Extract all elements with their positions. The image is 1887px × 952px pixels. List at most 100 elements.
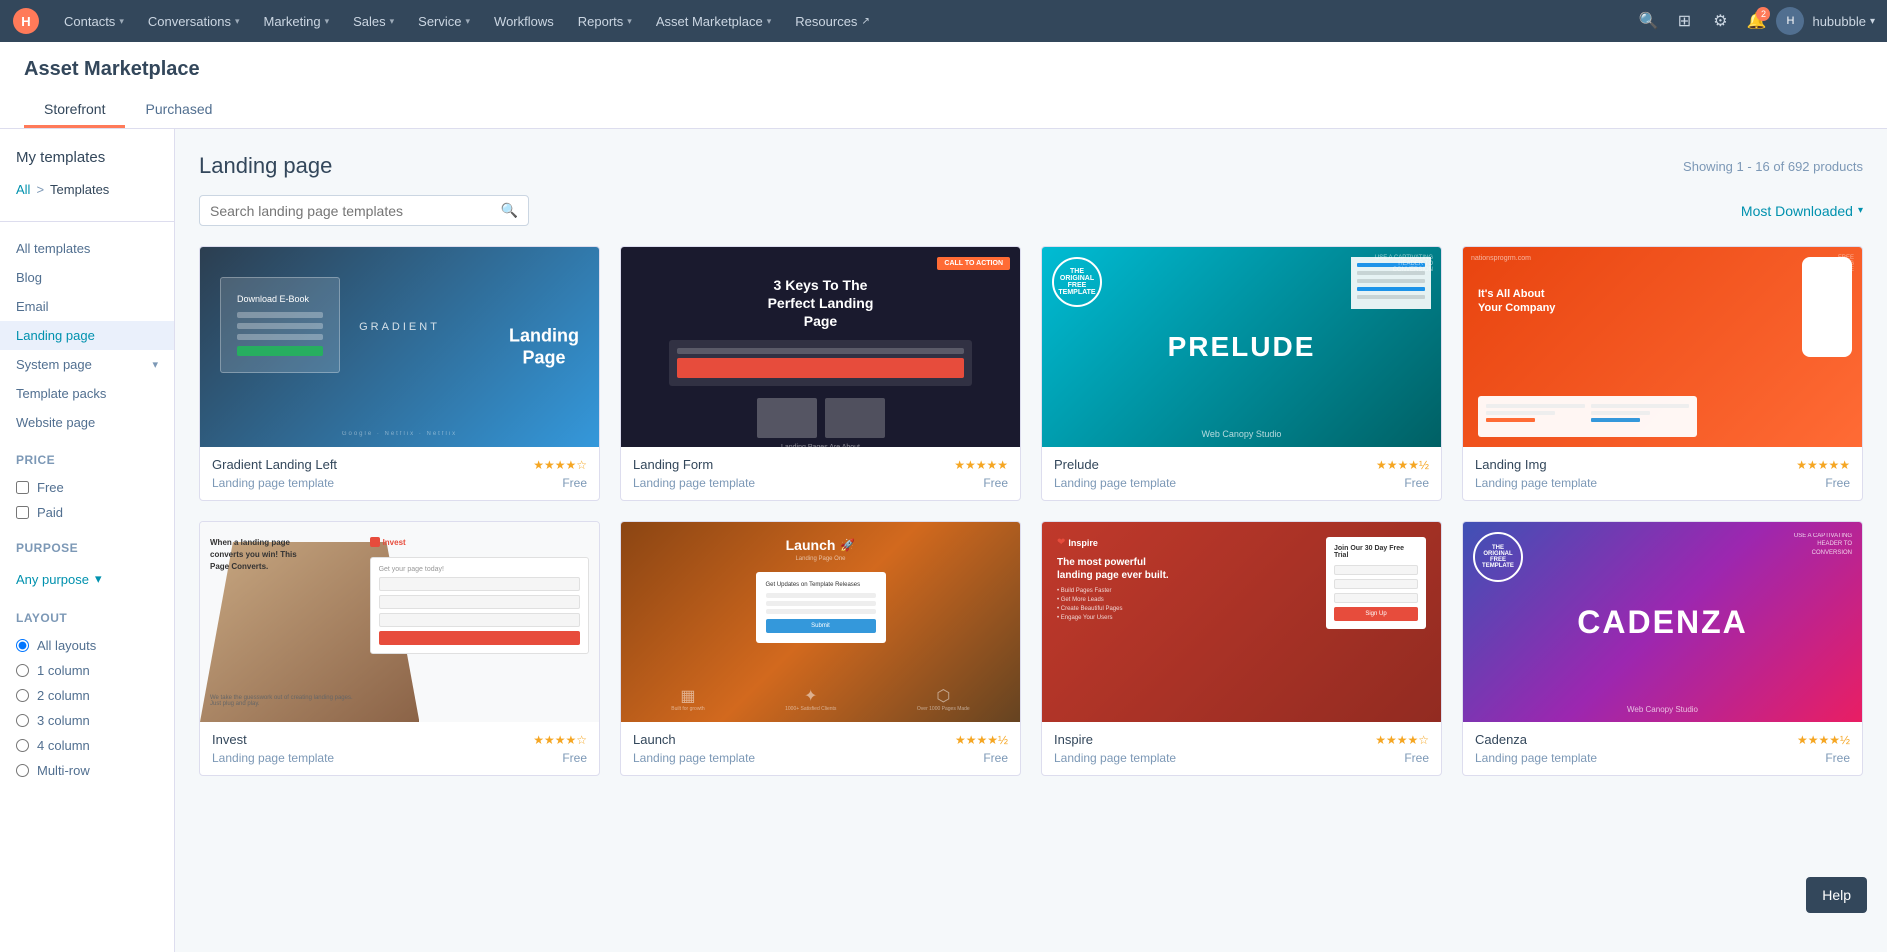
template-info-4: Landing Img ★★★★★ Landing page template … [1463,447,1862,500]
external-link-icon: ↗ [861,16,869,27]
chevron-down-icon: ▾ [767,16,772,27]
content-area: Landing page Showing 1 - 16 of 692 produ… [175,129,1887,952]
purpose-dropdown[interactable]: Any purpose ▾ [0,563,174,595]
nav-service[interactable]: Service ▾ [406,0,482,42]
sidebar-item-all-templates[interactable]: All templates [0,234,174,263]
template-type-2: Landing page template [633,476,755,490]
template-name-8: Cadenza [1475,732,1527,747]
tab-storefront[interactable]: Storefront [24,93,125,128]
search-icon: 🔍 [501,202,518,219]
layout-multirow-radio[interactable]: Multi-row [0,758,174,783]
template-card-3[interactable]: THEORIGINALFREETEMPLATE PRELUDE Web Cano… [1041,246,1442,501]
template-price-1: Free [562,476,587,490]
template-name-7: Inspire [1054,732,1093,747]
purpose-section-title: Purpose [0,525,174,563]
page-title: Asset Marketplace [24,58,1863,81]
layout-3col-input[interactable] [16,714,29,727]
hubspot-logo[interactable]: H [12,7,40,35]
breadcrumb-all-link[interactable]: All [16,182,30,197]
nav-workflows[interactable]: Workflows [482,0,566,42]
my-templates-label: My templates [0,149,174,182]
nav-resources[interactable]: Resources ↗ [783,0,882,42]
template-thumbnail-7: ❤ Inspire The most powerfullanding page … [1042,522,1441,722]
sidebar-item-website-page[interactable]: Website page [0,408,174,437]
template-info-7: Inspire ★★★★☆ Landing page template Free [1042,722,1441,775]
content-title: Landing page [199,153,332,179]
price-free-checkbox[interactable]: Free [0,475,174,500]
template-card-2[interactable]: CALL TO ACTION 3 Keys To ThePerfect Land… [620,246,1021,501]
nav-reports[interactable]: Reports ▾ [566,0,644,42]
layout-4col-input[interactable] [16,739,29,752]
template-grid: GRADIENT Download E-Book LandingPage [199,246,1863,776]
price-free-input[interactable] [16,481,29,494]
price-paid-checkbox[interactable]: Paid [0,500,174,525]
nav-conversations[interactable]: Conversations ▾ [136,0,252,42]
apps-button[interactable]: ⊞ [1668,5,1700,37]
template-card-1[interactable]: GRADIENT Download E-Book LandingPage [199,246,600,501]
template-thumbnail-6: Launch🚀 Landing Page One Get Updates on … [621,522,1020,722]
sort-dropdown[interactable]: Most Downloaded ▾ [1741,203,1863,219]
template-info-6: Launch ★★★★½ Landing page template Free [621,722,1020,775]
template-type-5: Landing page template [212,751,334,765]
settings-button[interactable]: ⚙ [1704,5,1736,37]
username-label[interactable]: hububble [1812,14,1866,29]
breadcrumb-current: Templates [50,182,109,197]
sidebar-item-blog[interactable]: Blog [0,263,174,292]
template-stars-3: ★★★★½ [1376,458,1429,472]
layout-3col-radio[interactable]: 3 column [0,708,174,733]
sidebar-item-landing-page[interactable]: Landing page [0,321,174,350]
template-price-4: Free [1825,476,1850,490]
cta-badge: CALL TO ACTION [937,257,1010,270]
nav-asset-marketplace[interactable]: Asset Marketplace ▾ [644,0,783,42]
template-card-5[interactable]: When a landing pageconverts you win! Thi… [199,521,600,776]
nav-marketing[interactable]: Marketing ▾ [251,0,341,42]
template-stars-7: ★★★★☆ [1375,733,1429,747]
chevron-down-icon: ▾ [466,16,471,27]
showing-text: Showing 1 - 16 of 692 products [1683,159,1863,174]
layout-2col-input[interactable] [16,689,29,702]
layout-all-radio[interactable]: All layouts [0,633,174,658]
page-header: Asset Marketplace Storefront Purchased [0,42,1887,129]
avatar[interactable]: H [1776,7,1804,35]
notifications-button[interactable]: 🔔 2 [1740,5,1772,37]
tab-purchased[interactable]: Purchased [125,93,232,128]
template-card-8[interactable]: THEORIGINALFREETEMPLATE CADENZA USE A CA… [1462,521,1863,776]
template-type-7: Landing page template [1054,751,1176,765]
nav-items: Contacts ▾ Conversations ▾ Marketing ▾ S… [52,0,1632,42]
nav-sales[interactable]: Sales ▾ [341,0,406,42]
sidebar-item-template-packs[interactable]: Template packs [0,379,174,408]
chevron-down-icon: ▾ [1858,205,1863,216]
price-paid-input[interactable] [16,506,29,519]
template-price-6: Free [983,751,1008,765]
layout-1col-input[interactable] [16,664,29,677]
template-name-3: Prelude [1054,457,1099,472]
chevron-down-icon: ▾ [235,16,240,27]
help-button[interactable]: Help [1806,877,1867,913]
search-input[interactable] [210,203,493,219]
content-header: Landing page Showing 1 - 16 of 692 produ… [199,153,1863,179]
sidebar: My templates All > Templates All templat… [0,129,175,952]
sidebar-item-email[interactable]: Email [0,292,174,321]
layout-1col-radio[interactable]: 1 column [0,658,174,683]
template-name-5: Invest [212,732,247,747]
layout-4col-radio[interactable]: 4 column [0,733,174,758]
template-info-3: Prelude ★★★★½ Landing page template Free [1042,447,1441,500]
template-info-2: Landing Form ★★★★★ Landing page template… [621,447,1020,500]
sidebar-item-system-page[interactable]: System page ▾ [0,350,174,379]
template-card-7[interactable]: ❤ Inspire The most powerfullanding page … [1041,521,1442,776]
layout-2col-radio[interactable]: 2 column [0,683,174,708]
layout-all-input[interactable] [16,639,29,652]
template-card-4[interactable]: nationsprogrm.com It's All AboutYour Com… [1462,246,1863,501]
template-price-5: Free [562,751,587,765]
template-stars-2: ★★★★★ [954,458,1008,472]
nav-contacts[interactable]: Contacts ▾ [52,0,136,42]
search-sort-row: 🔍 Most Downloaded ▾ [199,195,1863,226]
template-type-8: Landing page template [1475,751,1597,765]
template-card-6[interactable]: Launch🚀 Landing Page One Get Updates on … [620,521,1021,776]
chevron-down-icon: ▾ [95,571,102,587]
username-chevron[interactable]: ▾ [1870,16,1875,27]
search-button[interactable]: 🔍 [1632,5,1664,37]
layout-multirow-input[interactable] [16,764,29,777]
template-info-8: Cadenza ★★★★½ Landing page template Free [1463,722,1862,775]
breadcrumb-separator: > [36,182,44,197]
